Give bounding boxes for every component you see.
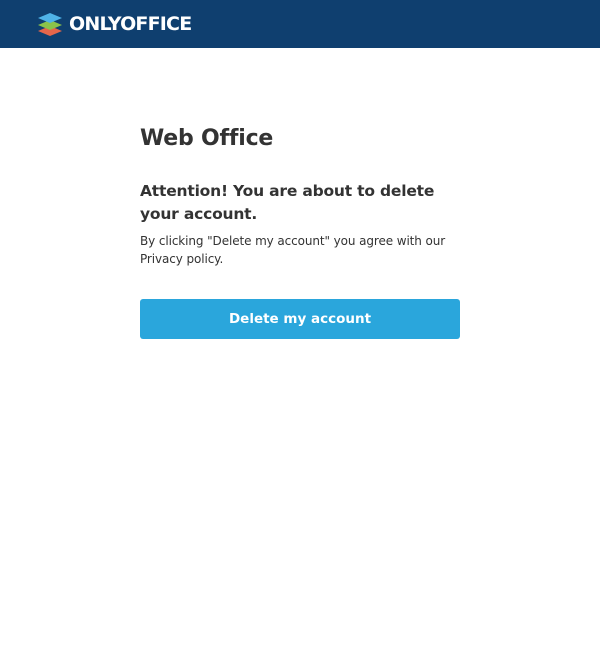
top-header: ONLYOFFICE (0, 0, 600, 48)
consent-text: By clicking "Delete my account" you agre… (140, 234, 446, 266)
delete-account-panel: Web Office Attention! You are about to d… (140, 124, 460, 268)
onlyoffice-layers-icon (38, 13, 62, 36)
warning-heading: Attention! You are about to delete your … (140, 182, 435, 223)
logo-text: ONLYOFFICE (69, 13, 192, 35)
page-title: Web Office (140, 126, 274, 151)
onlyoffice-logo[interactable]: ONLYOFFICE (37, 11, 192, 37)
delete-account-button[interactable]: Delete my account (140, 299, 460, 339)
